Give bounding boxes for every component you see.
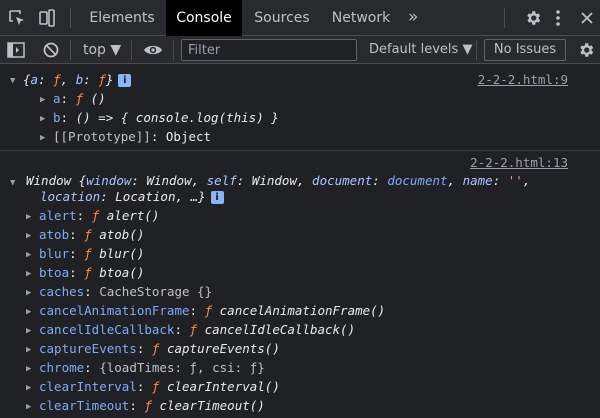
- toolbar-separator: [476, 40, 477, 60]
- settings-gear-icon[interactable]: [524, 9, 542, 27]
- console-message: 2-2-2.html:9 ▼ {a: ƒ, b: ƒ} i ▶ a: ƒ () ▶ b:…: [0, 65, 600, 151]
- property-row[interactable]: ▶ cancelAnimationFrame: ƒ cancelAnimation…: [26, 301, 385, 320]
- property-row[interactable]: ▶ caches: CacheStorage {}: [26, 282, 212, 301]
- toolbar-separator: [70, 40, 71, 60]
- expand-triangle-icon[interactable]: ▶: [40, 129, 53, 148]
- clear-console-icon[interactable]: [42, 41, 60, 59]
- source-link[interactable]: 2-2-2.html:13: [470, 153, 568, 172]
- info-badge-icon[interactable]: i: [118, 74, 132, 87]
- tab-elements[interactable]: Elements: [80, 0, 164, 36]
- toolbar-separator: [131, 40, 132, 60]
- property-row[interactable]: ▶ a: ƒ (): [40, 89, 106, 108]
- tab-network[interactable]: Network: [322, 0, 400, 36]
- property-row[interactable]: ▶ btoa: ƒ btoa(): [26, 263, 144, 282]
- expand-triangle-icon[interactable]: ▶: [26, 398, 39, 417]
- more-tabs-button[interactable]: »: [408, 0, 418, 36]
- console-output: 2-2-2.html:9 ▼ {a: ƒ, b: ƒ} i ▶ a: ƒ () ▶ b:…: [0, 65, 600, 418]
- property-row[interactable]: ▶ [[Prototype]]: Object: [40, 127, 211, 146]
- property-row[interactable]: ▶ cancelIdleCallback: ƒ cancelIdleCallbac…: [26, 320, 355, 339]
- console-message: 2-2-2.html:13 ▼ Window {window: Window, s…: [0, 152, 600, 418]
- context-selector[interactable]: top ▼: [83, 36, 121, 64]
- object-summary[interactable]: ▼ {a: ƒ, b: ƒ} i: [10, 70, 132, 91]
- console-toolbar: top ▼ Default levels ▼ No Issues: [0, 36, 600, 64]
- tab-separator: [504, 8, 505, 28]
- property-row[interactable]: ▶ b: () => { console.log(this) }: [40, 108, 279, 127]
- tab-console[interactable]: Console: [166, 0, 242, 36]
- more-vertical-icon[interactable]: [553, 9, 563, 27]
- eye-icon[interactable]: [143, 43, 163, 57]
- console-settings-gear-icon[interactable]: [577, 41, 595, 59]
- filter-input[interactable]: [181, 39, 357, 61]
- property-row[interactable]: ▶ atob: ƒ atob(): [26, 225, 144, 244]
- devtools-tab-bar: Elements Console Sources Network »: [0, 0, 600, 36]
- object-summary-continued[interactable]: location: Location, …} i: [40, 187, 224, 206]
- inspect-element-icon[interactable]: [8, 9, 26, 27]
- info-badge-icon[interactable]: i: [210, 191, 224, 204]
- log-levels-dropdown[interactable]: Default levels ▼: [369, 36, 472, 64]
- source-link[interactable]: 2-2-2.html:9: [478, 70, 568, 89]
- close-icon[interactable]: [579, 9, 595, 27]
- property-row[interactable]: ▶ chrome: {loadTimes: ƒ, csi: ƒ}: [26, 358, 265, 377]
- property-row[interactable]: ▶ blur: ƒ blur(): [26, 244, 144, 263]
- property-row[interactable]: ▶ clearTimeout: ƒ clearTimeout(): [26, 396, 265, 415]
- issues-button[interactable]: No Issues: [484, 39, 566, 61]
- toolbar-separator: [173, 40, 174, 60]
- tab-separator: [70, 8, 71, 28]
- property-row[interactable]: ▶ clearInterval: ƒ clearInterval(): [26, 377, 280, 396]
- sidebar-toggle-icon[interactable]: [7, 42, 25, 58]
- property-row[interactable]: ▶ alert: ƒ alert(): [26, 206, 159, 225]
- expand-triangle-icon[interactable]: ▼: [10, 72, 23, 91]
- property-row[interactable]: ▶ captureEvents: ƒ captureEvents(): [26, 339, 280, 358]
- expand-triangle-icon[interactable]: ▼: [10, 174, 23, 193]
- device-toolbar-icon[interactable]: [38, 9, 56, 27]
- tab-sources[interactable]: Sources: [245, 0, 319, 36]
